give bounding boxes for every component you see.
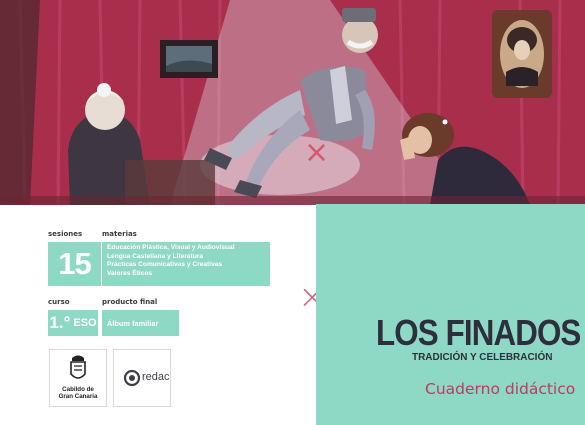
final-product-label: producto final [102,298,158,306]
redac-wordmark: redac [142,371,170,383]
cover-subtitle: TRADICIÓN Y CELEBRACIÓN [412,351,553,363]
subject-item: Prácticas Comunicativas y Creativas [107,261,223,269]
cabildo-logo: Cabildo de Gran Canaria [49,349,107,407]
cover-illustration [0,0,585,205]
course-level: ESO [73,317,97,329]
course-value: 1.° ESO [48,310,98,336]
cabildo-line-2: Gran Canaria [58,393,98,400]
x-decoration: × [304,135,330,170]
redac-logo: redac [113,349,171,407]
subjects-list: Educación Plástica, Visual y Audiovisual… [102,242,270,286]
booklet-label: Cuaderno didáctico [425,380,576,398]
sessions-label: sesiones [48,230,83,238]
subject-item: Lengua Castellana y Literatura [107,252,204,260]
course-number: 1.° [49,313,71,332]
title-panel: LOS FINADOS TRADICIÓN Y CELEBRACIÓN Cuad… [316,204,585,425]
subject-item: Educación Plástica, Visual y Audiovisual [107,244,235,251]
final-product-value: Álbum familiar [102,310,179,336]
cabildo-line-1: Cabildo de [62,386,94,393]
cover-title: LOS FINADOS [376,312,581,353]
course-label: curso [48,298,70,306]
sessions-count: 15 [48,242,101,286]
redac-swirl-icon [123,370,141,386]
subjects-label: materias [102,230,137,238]
coat-of-arms-icon [70,355,86,379]
subject-item: Valores Éticos [107,269,153,277]
